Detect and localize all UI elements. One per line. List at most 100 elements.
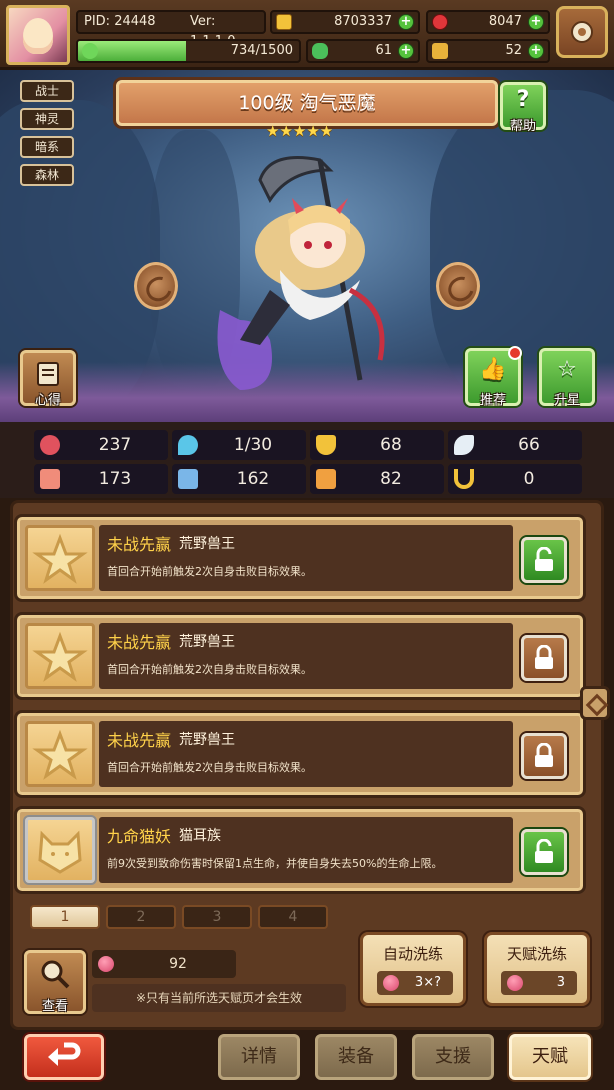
- view-button[interactable]: 查看: [24, 950, 86, 1014]
- boot-icon: [316, 469, 336, 489]
- talent-card[interactable]: 未战先赢 荒野兽王 首回合开始前触发2次自身击败目标效果。: [14, 710, 586, 798]
- energy-text: 734/1500: [230, 43, 293, 58]
- cat-icon: [38, 830, 82, 874]
- talent-description: 首回合开始前触发2次自身击败目标效果。: [107, 761, 312, 774]
- talent-info: 未战先赢 荒野兽王 首回合开始前触发2次自身击败目标效果。: [99, 623, 513, 689]
- hero-character-sprite: [217, 156, 385, 390]
- talent-name: 未战先赢: [107, 633, 172, 652]
- nav-details-button[interactable]: 详情: [218, 1034, 300, 1080]
- red-gem-icon: [432, 14, 448, 30]
- talent-page-tab-1[interactable]: 1: [30, 905, 100, 929]
- talent-icon-box: [25, 525, 95, 591]
- notes-button[interactable]: 心得: [20, 350, 76, 408]
- previous-hero-arrow[interactable]: [134, 262, 178, 310]
- next-hero-arrow[interactable]: [436, 262, 480, 310]
- star-icon: [32, 729, 88, 780]
- talent-description: 前9次受到致命伤害时保留1点生命，并使自身失去50%的生命上限。: [107, 857, 443, 870]
- notification-dot: [508, 346, 522, 360]
- horse-value: 52: [505, 43, 522, 58]
- gold-counter: 8703337 +: [270, 10, 420, 34]
- talent-wash-cost-value: 3: [556, 975, 565, 990]
- talent-name: 未战先赢: [107, 535, 172, 554]
- stat-speed: 66: [448, 430, 582, 460]
- hero-star-rating: ★★★★★: [266, 122, 334, 140]
- talent-info: 九命猫妖 猫耳族 前9次受到致命伤害时保留1点生命，并使自身失去50%的生命上限…: [99, 817, 513, 883]
- auto-wash-cost: 3×?: [377, 971, 453, 995]
- auto-wash-cost-value: 3×?: [414, 975, 441, 990]
- talent-page-tab-4[interactable]: 4: [258, 905, 328, 929]
- talent-name: 九命猫妖: [107, 827, 172, 846]
- tag-element: 暗系: [20, 136, 74, 158]
- nav-support-button[interactable]: 支援: [412, 1034, 494, 1080]
- add-gold-button[interactable]: +: [398, 14, 414, 30]
- clover-value: 61: [375, 43, 392, 58]
- talent-page-tab-2[interactable]: 2: [106, 905, 176, 929]
- talent-page-tab-3[interactable]: 3: [182, 905, 252, 929]
- star-upgrade-icon: ☆: [557, 357, 577, 382]
- upgrade-star-button[interactable]: ☆ 升星: [539, 348, 595, 408]
- gem-value: 8047: [488, 14, 522, 29]
- pid-version-box: PID: 24448 Ver: 1.1.1.0: [76, 10, 266, 49]
- lock-toggle-button[interactable]: [521, 635, 567, 681]
- nav-talent-button[interactable]: 天赋: [509, 1034, 591, 1080]
- back-button[interactable]: [24, 1034, 104, 1080]
- lock-toggle-button[interactable]: [521, 537, 567, 583]
- talent-source: 荒野兽王: [179, 732, 235, 748]
- view-label: 查看: [41, 999, 68, 1014]
- add-clover-button[interactable]: +: [398, 43, 414, 59]
- talent-icon-box: [25, 817, 95, 883]
- talent-info: 未战先赢 荒野兽王 首回合开始前触发2次自身击败目标效果。: [99, 525, 513, 591]
- talent-source: 荒野兽王: [179, 634, 235, 650]
- berry-icon: [98, 956, 114, 972]
- lock-toggle-button[interactable]: [521, 733, 567, 779]
- side-scroll-handle[interactable]: [580, 686, 610, 720]
- settings-button[interactable]: [556, 6, 608, 58]
- energy-bar: 734/1500: [76, 39, 301, 63]
- hero-title-banner: 100级 淘气恶魔: [116, 80, 498, 126]
- stats-panel: 237 1/30 68 66 173 162 82 0: [0, 422, 614, 498]
- water-drop-icon: [178, 435, 198, 455]
- add-gem-button[interactable]: +: [528, 14, 544, 30]
- talent-page-notice: ※只有当前所选天赋页才会生效: [92, 984, 346, 1012]
- talent-info: 未战先赢 荒野兽王 首回合开始前触发2次自身击败目标效果。: [99, 721, 513, 787]
- talent-description: 首回合开始前触发2次自身击败目标效果。: [107, 663, 312, 676]
- fist-icon: [40, 469, 60, 489]
- talent-wash-button[interactable]: 天赋洗练 3: [484, 932, 590, 1006]
- auto-wash-button[interactable]: 自动洗练 3×?: [360, 932, 466, 1006]
- player-avatar[interactable]: [6, 5, 70, 65]
- star-icon: [32, 631, 88, 682]
- talent-card[interactable]: 未战先赢 荒野兽王 首回合开始前触发2次自身击败目标效果。: [14, 612, 586, 700]
- stat-value: 82: [380, 469, 402, 489]
- nav-equipment-button[interactable]: 装备: [315, 1034, 397, 1080]
- hero-name: 100级 淘气恶魔: [238, 92, 376, 114]
- return-arrow-icon: [48, 1042, 81, 1066]
- stat-defense: 68: [310, 430, 444, 460]
- talent-card[interactable]: 未战先赢 荒野兽王 首回合开始前触发2次自身击败目标效果。: [14, 514, 586, 602]
- gear-icon: [571, 21, 593, 43]
- lock-icon: [535, 743, 553, 767]
- stat-value: 66: [518, 435, 540, 455]
- talent-card[interactable]: 九命猫妖 猫耳族 前9次受到致命伤害时保留1点生命，并使自身失去50%的生命上限…: [14, 806, 586, 894]
- shield-icon: [316, 435, 336, 455]
- berry-value: 92: [169, 956, 187, 972]
- upgrade-label: 升星: [553, 393, 580, 408]
- talent-source: 猫耳族: [179, 828, 221, 844]
- lock-toggle-button[interactable]: [521, 829, 567, 875]
- tag-race: 神灵: [20, 108, 74, 130]
- wing-icon: [454, 435, 474, 455]
- stat-mana: 1/30: [172, 430, 306, 460]
- talent-description: 首回合开始前触发2次自身击败目标效果。: [107, 565, 312, 578]
- magnifier-icon: [41, 960, 70, 989]
- help-button[interactable]: ? 帮助: [500, 82, 546, 134]
- stat-attack: 173: [34, 464, 168, 494]
- talent-wash-label: 天赋洗练: [506, 945, 567, 963]
- stat-value: 162: [236, 469, 270, 489]
- gold-value: 8703337: [334, 14, 392, 29]
- tag-class: 战士: [20, 80, 74, 102]
- add-horse-button[interactable]: +: [528, 43, 544, 59]
- talent-source: 荒野兽王: [179, 536, 235, 552]
- talent-icon-box: [25, 721, 95, 787]
- berry-balance: 92: [92, 950, 236, 978]
- thumbs-up-icon: 👍: [479, 357, 507, 382]
- stat-luck: 0: [448, 464, 582, 494]
